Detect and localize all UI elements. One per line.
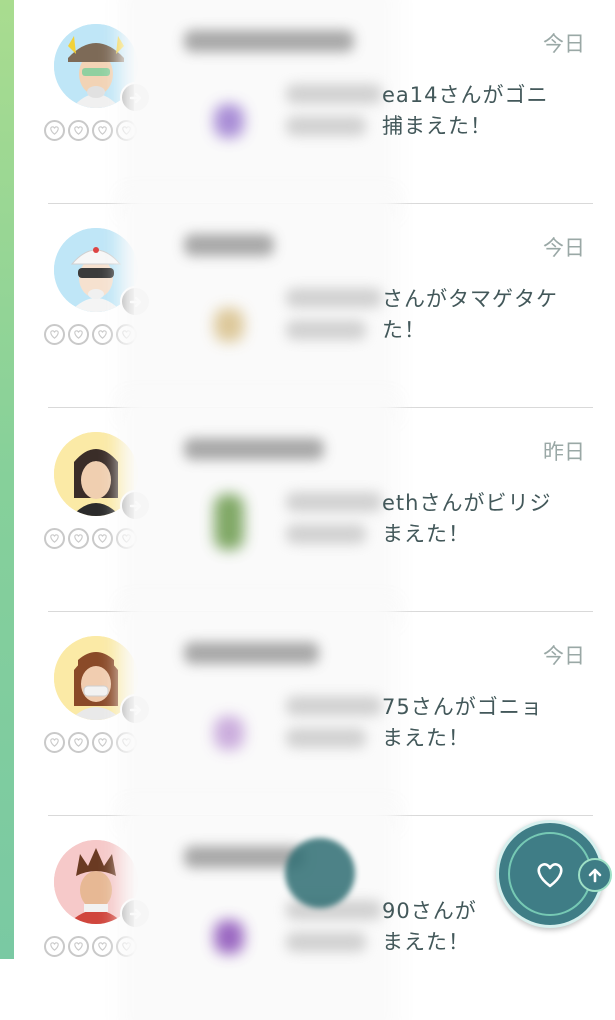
- blurred-username: [184, 438, 324, 460]
- blurred-pokemon-icon: [214, 494, 244, 550]
- arrow-up-icon: [588, 868, 602, 883]
- friendship-level: [44, 324, 137, 345]
- friendship-level: [44, 936, 137, 957]
- heart-outline-icon: [68, 120, 89, 141]
- blurred-pokemon-icon: [214, 104, 244, 138]
- heart-outline-icon: [92, 936, 113, 957]
- activity-date: 今日: [543, 236, 585, 260]
- heart-outline-icon: [44, 732, 65, 753]
- message-line: さんがタマゲタケ: [382, 287, 558, 311]
- activity-date: 昨日: [543, 440, 585, 464]
- message-line: た！: [382, 318, 426, 342]
- blurred-message: [286, 288, 382, 308]
- blurred-username: [184, 30, 354, 52]
- blurred-message: [286, 492, 382, 512]
- activity-date: 今日: [543, 32, 585, 56]
- friend-row[interactable]: 今日 さんがタマゲタケ た！: [14, 204, 615, 408]
- left-edge-gradient: [0, 0, 14, 959]
- activity-message: 75さんがゴニョ まえた！: [382, 692, 543, 754]
- message-line: 捕まえた！: [382, 114, 492, 138]
- blurred-username: [184, 234, 274, 256]
- heart-icon: [537, 863, 563, 888]
- blurred-message: [286, 932, 366, 952]
- heart-outline-icon: [68, 324, 89, 345]
- activity-message: 90さんが まえた！: [382, 896, 477, 958]
- blurred-message: [286, 728, 366, 748]
- heart-outline-icon: [68, 936, 89, 957]
- blurred-message: [286, 116, 366, 136]
- blurred-message: [286, 84, 382, 104]
- friend-row[interactable]: 昨日 ethさんがビリジ まえた！: [14, 408, 615, 612]
- message-line: まえた！: [382, 522, 470, 546]
- friendship-level: [44, 528, 137, 549]
- heart-outline-icon: [68, 732, 89, 753]
- blurred-message: [286, 524, 366, 544]
- activity-message: ethさんがビリジ まえた！: [382, 488, 551, 550]
- blurred-overlay-button: [285, 838, 355, 908]
- message-line: ea14さんがゴニ: [382, 83, 549, 107]
- friend-row[interactable]: 今日 75さんがゴニョ まえた！: [14, 612, 615, 816]
- message-line: ethさんがビリジ: [382, 491, 552, 515]
- heart-outline-icon: [44, 120, 65, 141]
- heart-outline-icon: [44, 528, 65, 549]
- blurred-pokemon-icon: [214, 920, 244, 954]
- message-line: 75さんがゴニョ: [382, 695, 543, 719]
- scroll-up-button[interactable]: [578, 858, 612, 892]
- blurred-pokemon-icon: [214, 716, 244, 750]
- blurred-message: [286, 696, 382, 716]
- friendship-level: [44, 120, 137, 141]
- heart-outline-icon: [92, 324, 113, 345]
- heart-outline-icon: [68, 528, 89, 549]
- friend-list[interactable]: 今日 ea14さんがゴニ 捕まえた！ 今日 さんがタマゲタケ た！ 昨日 eth…: [14, 0, 615, 1020]
- blurred-pokemon-icon: [214, 308, 244, 342]
- message-line: まえた！: [382, 726, 470, 750]
- heart-outline-icon: [92, 120, 113, 141]
- heart-outline-icon: [44, 324, 65, 345]
- heart-outline-icon: [92, 528, 113, 549]
- message-line: まえた！: [382, 930, 470, 954]
- heart-outline-icon: [44, 936, 65, 957]
- activity-date: 今日: [543, 644, 585, 668]
- blurred-username: [184, 642, 319, 664]
- heart-outline-icon: [92, 732, 113, 753]
- friendship-level: [44, 732, 137, 753]
- activity-message: ea14さんがゴニ 捕まえた！: [382, 80, 549, 142]
- activity-message: さんがタマゲタケ た！: [382, 284, 558, 346]
- blurred-message: [286, 320, 366, 340]
- message-line: 90さんが: [382, 899, 477, 923]
- friend-row[interactable]: 今日 ea14さんがゴニ 捕まえた！: [14, 0, 615, 204]
